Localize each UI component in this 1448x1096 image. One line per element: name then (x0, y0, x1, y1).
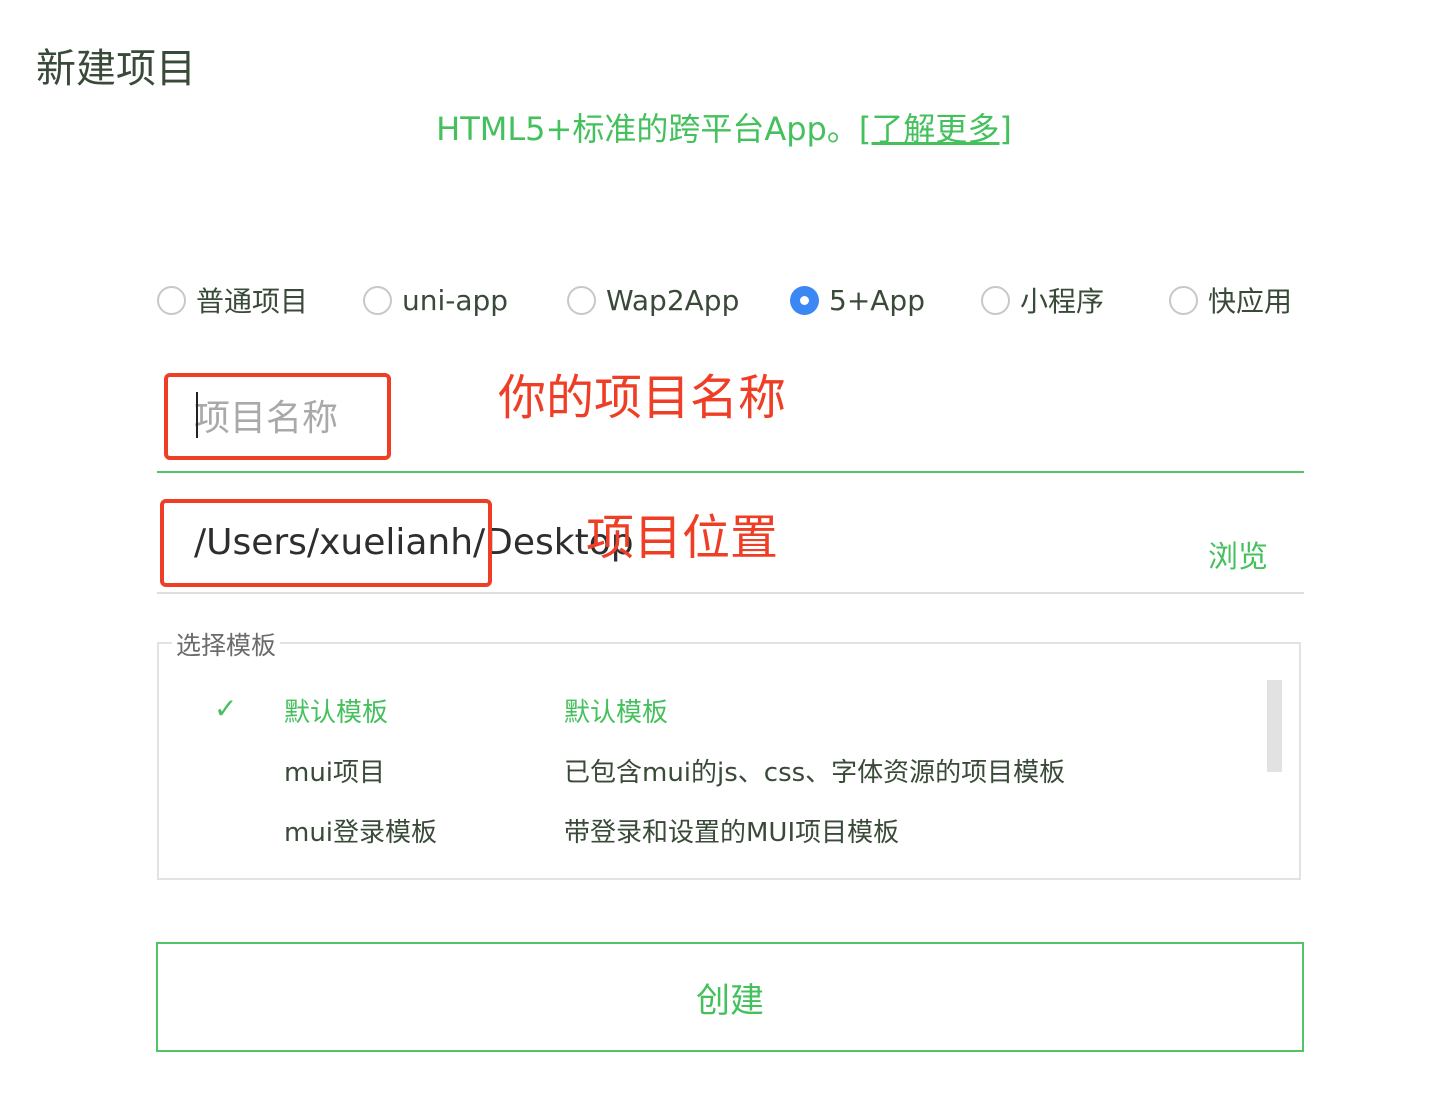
radio-label: 快应用 (1208, 285, 1293, 318)
checkmark-icon: ✓ (214, 692, 238, 725)
browse-button[interactable]: 浏览 (1208, 532, 1268, 576)
template-scrollbar[interactable] (1267, 680, 1282, 772)
radio-circle-icon[interactable] (981, 285, 1010, 315)
template-description: 带登录和设置的MUI项目模板 (564, 818, 900, 848)
radio-circle-icon[interactable] (1169, 285, 1198, 315)
radio-label: 5+App (829, 283, 925, 317)
path-input-underline (157, 592, 1304, 594)
radio-uni-app[interactable]: uni-app (363, 280, 508, 320)
annotation-name-note: 你的项目名称 (498, 370, 787, 426)
radio-circle-icon[interactable] (157, 285, 186, 315)
radio-mini-program[interactable]: 小程序 (981, 280, 1104, 320)
annotation-path-note: 项目位置 (586, 510, 779, 566)
template-row-mui[interactable]: mui项目 已包含mui的js、css、字体资源的项目模板 (0, 752, 1065, 796)
template-legend: 选择模板 (172, 626, 281, 662)
radio-quick-app[interactable]: 快应用 (1169, 280, 1292, 320)
template-row-mui-login[interactable]: mui登录模板 带登录和设置的MUI项目模板 (0, 812, 1000, 856)
template-description: 已包含mui的js、css、字体资源的项目模板 (564, 758, 1066, 788)
subtitle: HTML5+标准的跨平台App。[了解更多] (0, 104, 1448, 150)
annotation-box-name (164, 373, 391, 460)
radio-normal-project[interactable]: 普通项目 (157, 280, 308, 320)
template-name: mui登录模板 (284, 818, 438, 848)
template-name: 默认模板 (284, 698, 389, 728)
radio-wap2app[interactable]: Wap2App (567, 280, 739, 320)
template-row-default[interactable]: ✓ 默认模板 默认模板 (0, 692, 1000, 736)
radio-5plus-app[interactable]: 5+App (790, 280, 925, 320)
template-description: 默认模板 (564, 698, 669, 728)
page-title: 新建项目 (36, 46, 196, 92)
radio-label: uni-app (402, 283, 509, 317)
project-type-group: 普通项目 uni-app Wap2App 5+App 小程序 快应用 (157, 280, 1307, 320)
radio-label: Wap2App (606, 283, 740, 317)
learn-more-link[interactable]: [了解更多] (859, 110, 1012, 148)
radio-label: 普通项目 (196, 285, 309, 318)
template-name: mui项目 (284, 758, 386, 788)
subtitle-text: HTML5+标准的跨平台App。 (436, 110, 859, 148)
name-input-underline (157, 471, 1304, 473)
radio-checked-icon[interactable] (790, 285, 819, 315)
create-button[interactable]: 创建 (156, 942, 1304, 1052)
radio-circle-icon[interactable] (567, 285, 596, 315)
radio-label: 小程序 (1020, 285, 1105, 318)
radio-circle-icon[interactable] (363, 285, 392, 315)
annotation-box-path (160, 499, 492, 587)
